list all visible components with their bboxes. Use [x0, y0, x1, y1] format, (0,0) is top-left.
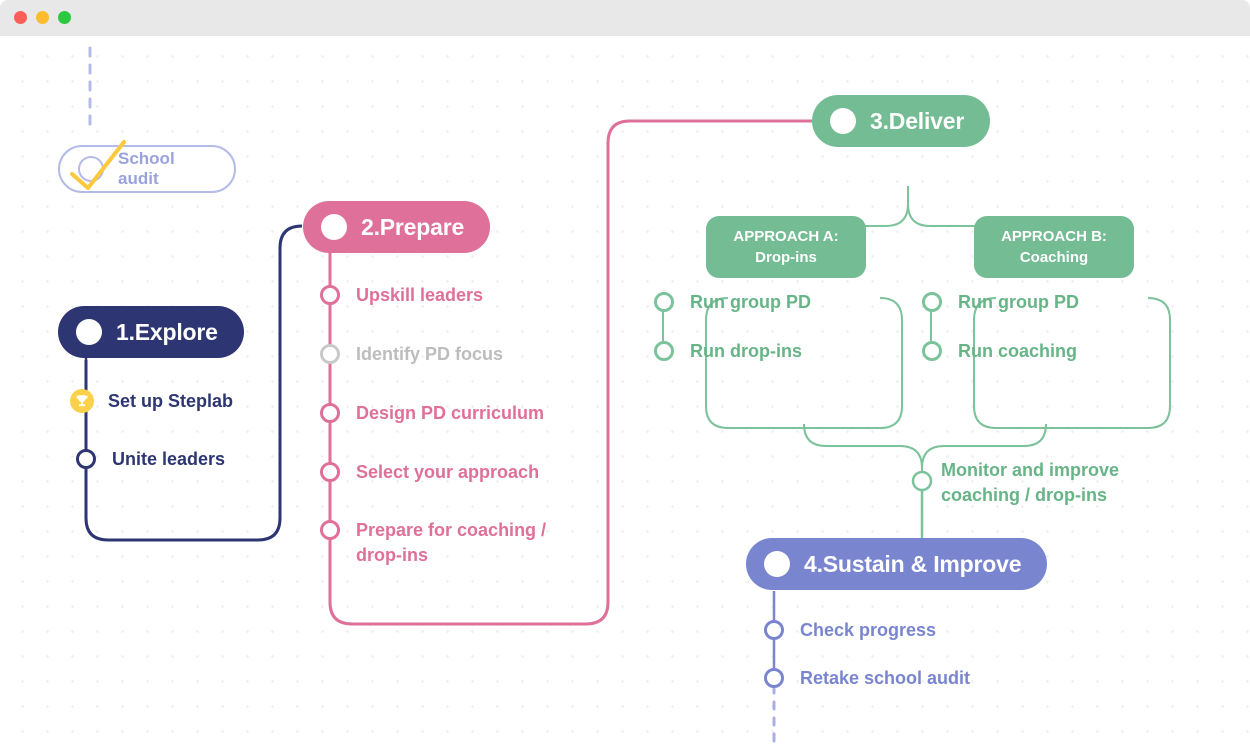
approach-b-tag: APPROACH B: Coaching [974, 216, 1134, 278]
task-select-your-approach[interactable]: Select your approach [320, 460, 539, 485]
task-identify-pd-focus[interactable]: Identify PD focus [320, 342, 503, 367]
monitor-improve-caption: Monitor and improve coaching / drop-ins [941, 460, 1120, 505]
circle-icon [922, 292, 942, 312]
minimize-window-button[interactable] [36, 11, 49, 24]
task-label: Upskill leaders [356, 285, 484, 305]
task-label: Run group PD [690, 292, 811, 312]
close-window-button[interactable] [14, 11, 27, 24]
merge-node-icon [911, 470, 933, 492]
circle-icon [320, 403, 340, 423]
window-titlebar [0, 0, 1250, 36]
task-label: Check progress [800, 620, 937, 640]
circle-icon [654, 292, 674, 312]
task-label: Unite leaders [112, 449, 226, 469]
circle-icon [76, 449, 96, 469]
task-label: Prepare for coaching / drop-ins [356, 520, 547, 565]
stage-bullet-icon [76, 319, 102, 345]
stage-pill-deliver[interactable]: 3.Deliver [812, 95, 991, 147]
diagram-canvas: School audit 1.Explore Set up Steplab Un… [0, 36, 1250, 750]
task-approach-b-run-coaching[interactable]: Run coaching [922, 339, 1077, 364]
task-approach-b-run-group-pd[interactable]: Run group PD [922, 290, 1079, 315]
task-label: Set up Steplab [108, 391, 234, 411]
stage-pill-explore[interactable]: 1.Explore [58, 306, 244, 358]
task-approach-a-run-group-pd[interactable]: Run group PD [654, 290, 811, 315]
task-set-up-steplab[interactable]: Set up Steplab [70, 389, 234, 414]
stage-pill-sustain[interactable]: 4.Sustain & Improve [746, 538, 1048, 590]
traffic-light-group [14, 11, 71, 24]
connector-approach-a-to-merge [803, 423, 923, 473]
flowchart-app: School audit 1.Explore Set up Steplab Un… [0, 0, 1250, 750]
circle-icon [654, 341, 674, 361]
stage-pill-prepare[interactable]: 2.Prepare [303, 201, 491, 253]
task-label: Run coaching [958, 341, 1078, 361]
task-label: Run group PD [958, 292, 1079, 312]
task-retake-school-audit[interactable]: Retake school audit [764, 666, 970, 691]
school-audit-label: School audit [118, 149, 175, 188]
stage-bullet-icon [830, 108, 856, 134]
circle-icon [922, 341, 942, 361]
circle-icon [320, 344, 340, 364]
task-upskill-leaders[interactable]: Upskill leaders [320, 283, 483, 308]
school-audit-pill[interactable]: School audit [58, 145, 236, 193]
task-check-progress[interactable]: Check progress [764, 618, 936, 643]
stage-title-deliver: 3.Deliver [870, 107, 965, 134]
stage-title-prepare: 2.Prepare [361, 213, 465, 240]
trophy-icon [70, 389, 94, 413]
task-label: Run drop-ins [690, 341, 802, 361]
task-label: Design PD curriculum [356, 403, 545, 423]
task-unite-leaders[interactable]: Unite leaders [76, 447, 225, 472]
circle-icon [320, 520, 340, 540]
stage-title-explore: 1.Explore [116, 318, 218, 345]
zoom-window-button[interactable] [58, 11, 71, 24]
check-circle-icon [78, 156, 104, 182]
circle-icon [764, 620, 784, 640]
circle-icon [320, 462, 340, 482]
approach-a-tag: APPROACH A: Drop-ins [706, 216, 866, 278]
task-label: Select your approach [356, 462, 540, 482]
task-label: Retake school audit [800, 668, 971, 688]
task-design-pd-curriculum[interactable]: Design PD curriculum [320, 401, 544, 426]
task-label: Identify PD focus [356, 344, 504, 364]
stage-bullet-icon [764, 551, 790, 577]
task-approach-a-run-drop-ins[interactable]: Run drop-ins [654, 339, 802, 364]
stage-title-sustain: 4.Sustain & Improve [804, 550, 1022, 577]
circle-icon [320, 285, 340, 305]
connector-explore-to-prepare [84, 224, 303, 542]
task-prepare-for-coaching[interactable]: Prepare for coaching / drop-ins [320, 518, 546, 568]
stage-bullet-icon [321, 214, 347, 240]
circle-icon [764, 668, 784, 688]
